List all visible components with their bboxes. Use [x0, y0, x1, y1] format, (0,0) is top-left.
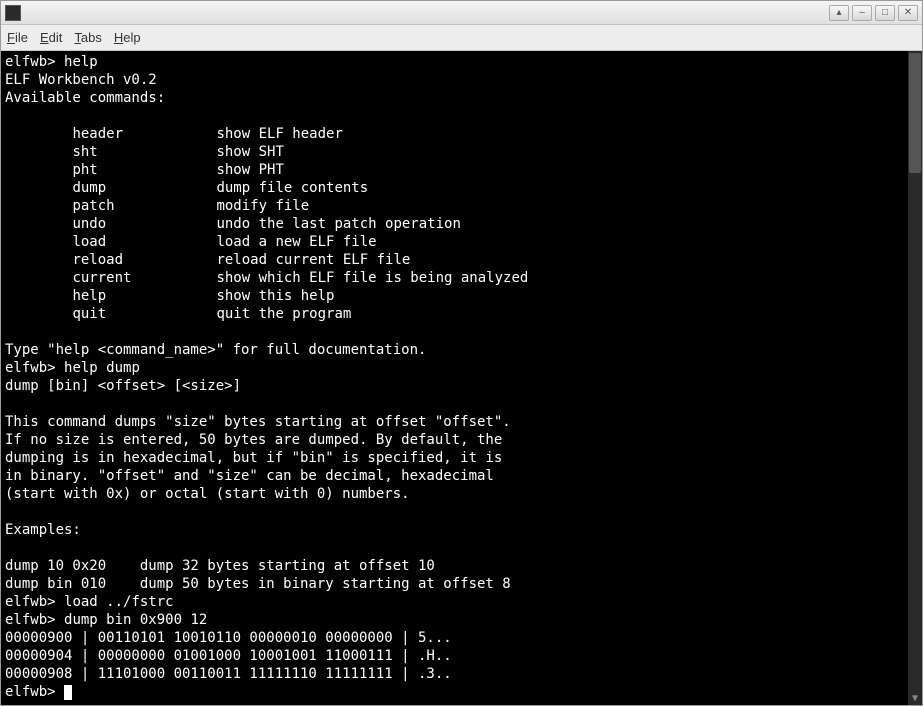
dump-desc: in binary. "offset" and "size" can be de…	[5, 468, 494, 484]
dump-desc: This command dumps "size" bytes starting…	[5, 414, 511, 430]
help-row: patchmodify file	[5, 198, 309, 214]
cmd-name: patch	[72, 197, 216, 215]
dump-usage: dump [bin] <offset> [<size>]	[5, 378, 241, 394]
cmd-name: pht	[72, 161, 216, 179]
help-row: reloadreload current ELF file	[5, 252, 410, 268]
close-button[interactable]: ✕	[898, 5, 918, 21]
help-row: shtshow SHT	[5, 144, 284, 160]
cmd-name: dump	[72, 179, 216, 197]
menubar: File Edit Tabs Help	[1, 25, 922, 51]
cmd-desc: show PHT	[216, 162, 283, 178]
dump-output: 00000908 | 11101000 00110011 11111110 11…	[5, 666, 452, 682]
terminal-area[interactable]: elfwb> help ELF Workbench v0.2 Available…	[1, 51, 922, 705]
cmd-desc: undo the last patch operation	[216, 216, 460, 232]
help-row: headershow ELF header	[5, 126, 343, 142]
terminal-icon	[5, 5, 21, 21]
example-line: dump bin 010 dump 50 bytes in binary sta…	[5, 576, 511, 592]
help-row: dumpdump file contents	[5, 180, 368, 196]
dump-desc: dumping is in hexadecimal, but if "bin" …	[5, 450, 502, 466]
cmd-desc: quit the program	[216, 306, 351, 322]
dump-output: 00000904 | 00000000 01001000 10001001 11…	[5, 648, 452, 664]
prompt: elfwb>	[5, 612, 64, 628]
cmd-desc: show ELF header	[216, 126, 342, 142]
cmd-name: reload	[72, 251, 216, 269]
scroll-thumb[interactable]	[909, 53, 921, 173]
help-row: undoundo the last patch operation	[5, 216, 461, 232]
cmd-desc: dump file contents	[216, 180, 368, 196]
menu-help[interactable]: Help	[114, 30, 141, 45]
menu-file[interactable]: File	[7, 30, 28, 45]
cmd-desc: modify file	[216, 198, 309, 214]
cmd-desc: load a new ELF file	[216, 234, 376, 250]
typed-cmd: dump bin 0x900 12	[64, 612, 207, 628]
dump-desc: If no size is entered, 50 bytes are dump…	[5, 432, 502, 448]
menu-file-rest: ile	[15, 30, 28, 45]
cmd-desc: show which ELF file is being analyzed	[216, 270, 528, 286]
prompt: elfwb>	[5, 360, 64, 376]
cmd-name: load	[72, 233, 216, 251]
menu-help-rest: elp	[123, 30, 140, 45]
help-row: currentshow which ELF file is being anal…	[5, 270, 528, 286]
help-row: quitquit the program	[5, 306, 351, 322]
rollup-button[interactable]: ▴	[829, 5, 849, 21]
examples-header: Examples:	[5, 522, 81, 538]
menu-edit[interactable]: Edit	[40, 30, 62, 45]
cursor	[64, 685, 72, 700]
cmd-name: quit	[72, 305, 216, 323]
prompt: elfwb>	[5, 594, 64, 610]
typed-cmd: load ../fstrc	[64, 594, 174, 610]
version-line: ELF Workbench v0.2	[5, 72, 157, 88]
terminal-window: ▴ – □ ✕ File Edit Tabs Help elfwb> help …	[0, 0, 923, 706]
cmd-name: header	[72, 125, 216, 143]
window-controls: ▴ – □ ✕	[829, 5, 918, 21]
cmd-name: current	[72, 269, 216, 287]
maximize-button[interactable]: □	[875, 5, 895, 21]
typed-cmd: help	[64, 54, 98, 70]
cmd-name: undo	[72, 215, 216, 233]
help-row: helpshow this help	[5, 288, 334, 304]
prompt: elfwb>	[5, 54, 64, 70]
scrollbar[interactable]: ▲ ▼	[908, 51, 922, 705]
help-row: phtshow PHT	[5, 162, 284, 178]
example-line: dump 10 0x20 dump 32 bytes starting at o…	[5, 558, 435, 574]
menu-tabs[interactable]: Tabs	[74, 30, 101, 45]
cmd-name: sht	[72, 143, 216, 161]
cmd-desc: show SHT	[216, 144, 283, 160]
help-row: loadload a new ELF file	[5, 234, 377, 250]
cmd-desc: reload current ELF file	[216, 252, 410, 268]
cmd-desc: show this help	[216, 288, 334, 304]
dump-output: 00000900 | 00110101 10010110 00000010 00…	[5, 630, 452, 646]
titlebar[interactable]: ▴ – □ ✕	[1, 1, 922, 25]
prompt: elfwb>	[5, 684, 64, 700]
minimize-button[interactable]: –	[852, 5, 872, 21]
scroll-down-icon[interactable]: ▼	[909, 693, 921, 705]
typed-cmd: help dump	[64, 360, 140, 376]
available-line: Available commands:	[5, 90, 165, 106]
dump-desc: (start with 0x) or octal (start with 0) …	[5, 486, 410, 502]
full-doc-line: Type "help <command_name>" for full docu…	[5, 342, 426, 358]
menu-tabs-rest: abs	[81, 30, 102, 45]
cmd-name: help	[72, 287, 216, 305]
menu-edit-rest: dit	[49, 30, 63, 45]
